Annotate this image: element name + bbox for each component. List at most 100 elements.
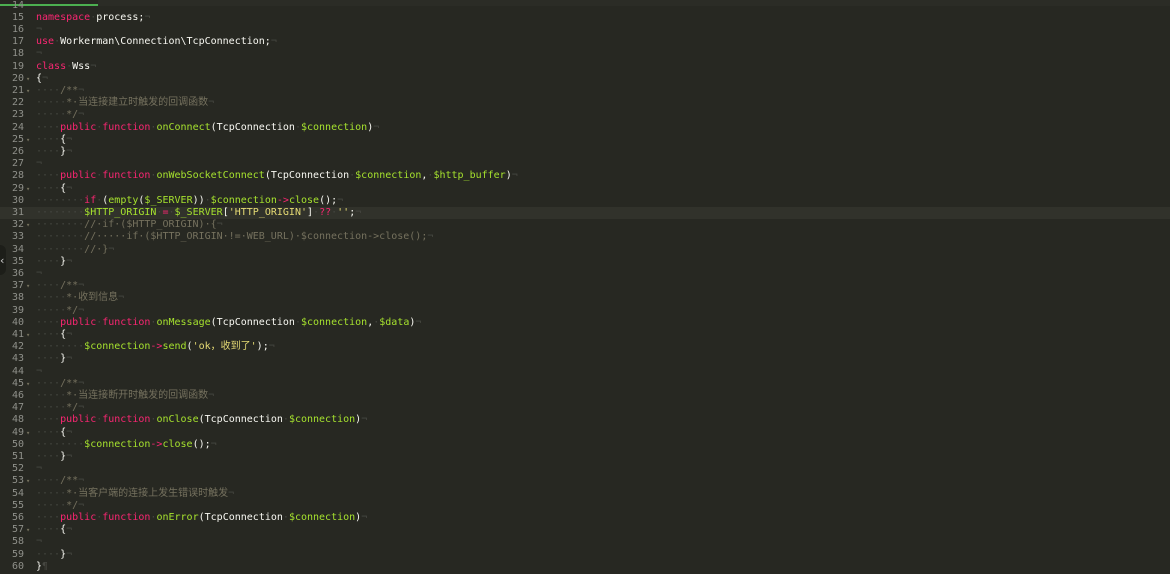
- code-line[interactable]: 45 ▾ ····/**¬: [0, 378, 1170, 390]
- code-text[interactable]: ·····*·收到信息¬: [36, 292, 124, 304]
- code-line[interactable]: 23 ·····*/¬: [0, 109, 1170, 121]
- code-line[interactable]: 15 namespace·process;¬: [0, 12, 1170, 24]
- code-text[interactable]: ¬: [36, 24, 42, 36]
- code-text[interactable]: ····{¬: [36, 427, 72, 439]
- code-line[interactable]: 18 ¬: [0, 48, 1170, 60]
- code-line[interactable]: 16 ¬: [0, 24, 1170, 36]
- code-text[interactable]: ········//·if·($HTTP_ORIGIN)·{¬: [36, 219, 223, 231]
- code-line[interactable]: 58 ¬: [0, 536, 1170, 548]
- code-line[interactable]: 60}¶: [0, 561, 1170, 573]
- chevron-down-icon[interactable]: ▾: [26, 85, 30, 97]
- code-text[interactable]: class·Wss¬: [36, 61, 96, 73]
- code-text[interactable]: ········if·(empty($_SERVER))·$connection…: [36, 195, 343, 207]
- code-line[interactable]: 35 ····}¬: [0, 256, 1170, 268]
- code-text[interactable]: ·····*/¬: [36, 305, 84, 317]
- code-line[interactable]: 38 ·····*·收到信息¬: [0, 292, 1170, 304]
- code-text[interactable]: ····}¬: [36, 549, 72, 561]
- code-text[interactable]: ····{¬: [36, 524, 72, 536]
- code-line[interactable]: 47 ·····*/¬: [0, 402, 1170, 414]
- code-line[interactable]: 33 ········//·····if·($HTTP_ORIGIN·!=·WEB…: [0, 231, 1170, 243]
- code-line[interactable]: 55 ·····*/¬: [0, 500, 1170, 512]
- code-text[interactable]: ····/**¬: [36, 475, 84, 487]
- code-text[interactable]: ····/**¬: [36, 280, 84, 292]
- code-line[interactable]: 42 ········$connection->send('ok，收到了');¬: [0, 341, 1170, 353]
- code-line[interactable]: 57 ▾ ····{¬: [0, 524, 1170, 536]
- code-text[interactable]: ¬: [36, 158, 42, 170]
- chevron-down-icon[interactable]: ▾: [26, 280, 30, 292]
- code-text[interactable]: ¬: [36, 268, 42, 280]
- code-line[interactable]: 37 ▾ ····/**¬: [0, 280, 1170, 292]
- code-line[interactable]: 51 ····}¬: [0, 451, 1170, 463]
- code-line[interactable]: 48 ····public·function·onClose(TcpConnect…: [0, 414, 1170, 426]
- code-text[interactable]: ¬: [36, 463, 42, 475]
- code-text[interactable]: ····public·function·onMessage(TcpConnect…: [36, 317, 421, 329]
- code-line[interactable]: 39 ·····*/¬: [0, 305, 1170, 317]
- code-text[interactable]: ········//·}¬: [36, 244, 114, 256]
- code-line[interactable]: 26 ····}¬: [0, 146, 1170, 158]
- code-text[interactable]: ·····*·当连接断开时触发的回调函数¬: [36, 390, 214, 402]
- code-text[interactable]: ········$connection->close();¬: [36, 439, 217, 451]
- chevron-down-icon[interactable]: ▾: [26, 524, 30, 536]
- code-line[interactable]: 49 ▾ ····{¬: [0, 427, 1170, 439]
- code-text[interactable]: }¶: [36, 561, 48, 573]
- code-line[interactable]: 41 ▾ ····{¬: [0, 329, 1170, 341]
- code-text[interactable]: ····public·function·onWebSocketConnect(T…: [36, 170, 518, 182]
- chevron-down-icon[interactable]: ▾: [26, 219, 30, 231]
- code-line[interactable]: 34 ········//·}¬: [0, 244, 1170, 256]
- code-line[interactable]: 28 ····public·function·onWebSocketConnect…: [0, 170, 1170, 182]
- code-line[interactable]: 14: [0, 0, 1170, 12]
- code-line[interactable]: 53 ▾ ····/**¬: [0, 475, 1170, 487]
- code-text[interactable]: ·····*·当连接建立时触发的回调函数¬: [36, 97, 214, 109]
- code-line[interactable]: 52 ¬: [0, 463, 1170, 475]
- chevron-down-icon[interactable]: ▾: [26, 329, 30, 341]
- code-line[interactable]: 40 ····public·function·onMessage(TcpConne…: [0, 317, 1170, 329]
- code-text[interactable]: ····}¬: [36, 256, 72, 268]
- code-line[interactable]: 17 use·Workerman\Connection\TcpConnection…: [0, 36, 1170, 48]
- code-line[interactable]: 50 ········$connection->close();¬: [0, 439, 1170, 451]
- code-line[interactable]: 21 ▾ ····/**¬: [0, 85, 1170, 97]
- code-line[interactable]: 44 ¬: [0, 366, 1170, 378]
- code-line[interactable]: 32 ▾ ········//·if·($HTTP_ORIGIN)·{¬: [0, 219, 1170, 231]
- code-text[interactable]: ·····*/¬: [36, 500, 84, 512]
- code-text[interactable]: ········$connection->send('ok，收到了');¬: [36, 341, 275, 353]
- code-text[interactable]: ····{¬: [36, 183, 72, 195]
- code-line[interactable]: 59 ····}¬: [0, 549, 1170, 561]
- chevron-down-icon[interactable]: ▾: [26, 183, 30, 195]
- code-text[interactable]: ·····*/¬: [36, 109, 84, 121]
- code-text[interactable]: ····{¬: [36, 329, 72, 341]
- chevron-down-icon[interactable]: ▾: [26, 378, 30, 390]
- chevron-down-icon[interactable]: ▾: [26, 134, 30, 146]
- code-line[interactable]: 43 ····}¬: [0, 353, 1170, 365]
- code-line[interactable]: 31 ········$HTTP_ORIGIN·=·$_SERVER['HTTP_…: [0, 206, 1170, 220]
- code-text[interactable]: {¬: [36, 73, 48, 85]
- code-text[interactable]: ····}¬: [36, 146, 72, 158]
- code-line[interactable]: 24 ····public·function·onConnect(TcpConne…: [0, 122, 1170, 134]
- code-line[interactable]: 56 ····public·function·onError(TcpConnect…: [0, 512, 1170, 524]
- code-line[interactable]: 29 ▾ ····{¬: [0, 183, 1170, 195]
- code-text[interactable]: ····{¬: [36, 134, 72, 146]
- chevron-down-icon[interactable]: ▾: [26, 427, 30, 439]
- code-editor[interactable]: 14 15 namespace·process;¬ 16 ¬ 17 use·Workerma…: [0, 0, 1170, 574]
- code-text[interactable]: ········//·····if·($HTTP_ORIGIN·!=·WEB_U…: [36, 231, 433, 243]
- code-line[interactable]: 27 ¬: [0, 158, 1170, 170]
- chevron-down-icon[interactable]: ▾: [26, 73, 30, 85]
- code-text[interactable]: namespace·process;¬: [36, 12, 150, 24]
- code-text[interactable]: ····public·function·onConnect(TcpConnect…: [36, 122, 379, 134]
- code-line[interactable]: 46 ·····*·当连接断开时触发的回调函数¬: [0, 390, 1170, 402]
- chevron-down-icon[interactable]: ▾: [26, 475, 30, 487]
- code-text[interactable]: ········$HTTP_ORIGIN·=·$_SERVER['HTTP_OR…: [36, 207, 361, 219]
- code-line[interactable]: 36 ¬: [0, 268, 1170, 280]
- code-text[interactable]: ·····*·当客户端的连接上发生错误时触发¬: [36, 488, 234, 500]
- code-text[interactable]: ····public·function·onClose(TcpConnectio…: [36, 414, 367, 426]
- code-line[interactable]: 30 ········if·(empty($_SERVER))·$connecti…: [0, 195, 1170, 207]
- code-line[interactable]: 22 ·····*·当连接建立时触发的回调函数¬: [0, 97, 1170, 109]
- code-text[interactable]: ¬: [36, 48, 42, 60]
- code-line[interactable]: 54 ·····*·当客户端的连接上发生错误时触发¬: [0, 488, 1170, 500]
- code-text[interactable]: ·····*/¬: [36, 402, 84, 414]
- code-text[interactable]: ¬: [36, 366, 42, 378]
- code-text[interactable]: ····/**¬: [36, 85, 84, 97]
- code-text[interactable]: ····}¬: [36, 353, 72, 365]
- code-line[interactable]: 19 class·Wss¬: [0, 61, 1170, 73]
- code-text[interactable]: ¬: [36, 536, 42, 548]
- code-line[interactable]: 25 ▾ ····{¬: [0, 134, 1170, 146]
